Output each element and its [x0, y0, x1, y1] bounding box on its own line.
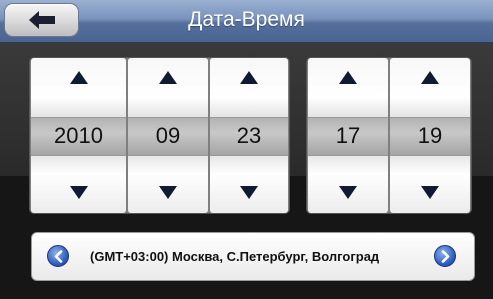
timezone-next-button[interactable] — [434, 245, 456, 267]
time-picker: 17 19 — [307, 58, 471, 213]
year-up-arrow-icon[interactable] — [69, 71, 88, 84]
year-down-arrow-icon[interactable] — [69, 186, 88, 199]
timezone-prev-button[interactable] — [47, 245, 69, 267]
minute-down-arrow-icon[interactable] — [421, 186, 439, 199]
chevron-left-circle-icon — [54, 250, 63, 263]
timezone-label: (GMT+03:00) Москва, С.Петербург, Волгогр… — [90, 249, 380, 264]
hour-up-arrow-icon[interactable] — [339, 71, 357, 84]
day-up-arrow-icon[interactable] — [240, 71, 258, 84]
day-down-arrow-icon[interactable] — [240, 186, 258, 199]
year-column: 2010 — [31, 58, 126, 213]
day-column: 23 — [210, 58, 288, 213]
month-up-arrow-icon[interactable] — [159, 71, 177, 84]
hour-value: 17 — [335, 123, 361, 148]
chevron-right-circle-icon — [441, 250, 450, 263]
timezone-selector: (GMT+03:00) Москва, С.Петербург, Волгогр… — [31, 232, 475, 281]
minute-value: 19 — [417, 123, 443, 148]
year-value: 2010 — [54, 123, 103, 148]
date-picker: 2010 09 23 — [30, 58, 289, 213]
page-title: Дата-Время — [188, 8, 305, 31]
minute-column: 19 — [390, 58, 470, 213]
day-value: 23 — [236, 123, 262, 148]
month-column: 09 — [128, 58, 208, 213]
month-down-arrow-icon[interactable] — [159, 186, 177, 199]
month-value: 09 — [155, 123, 181, 148]
minute-up-arrow-icon[interactable] — [421, 71, 439, 84]
hour-column: 17 — [308, 58, 388, 213]
header-bar: Дата-Время — [0, 0, 493, 43]
hour-down-arrow-icon[interactable] — [339, 186, 357, 199]
